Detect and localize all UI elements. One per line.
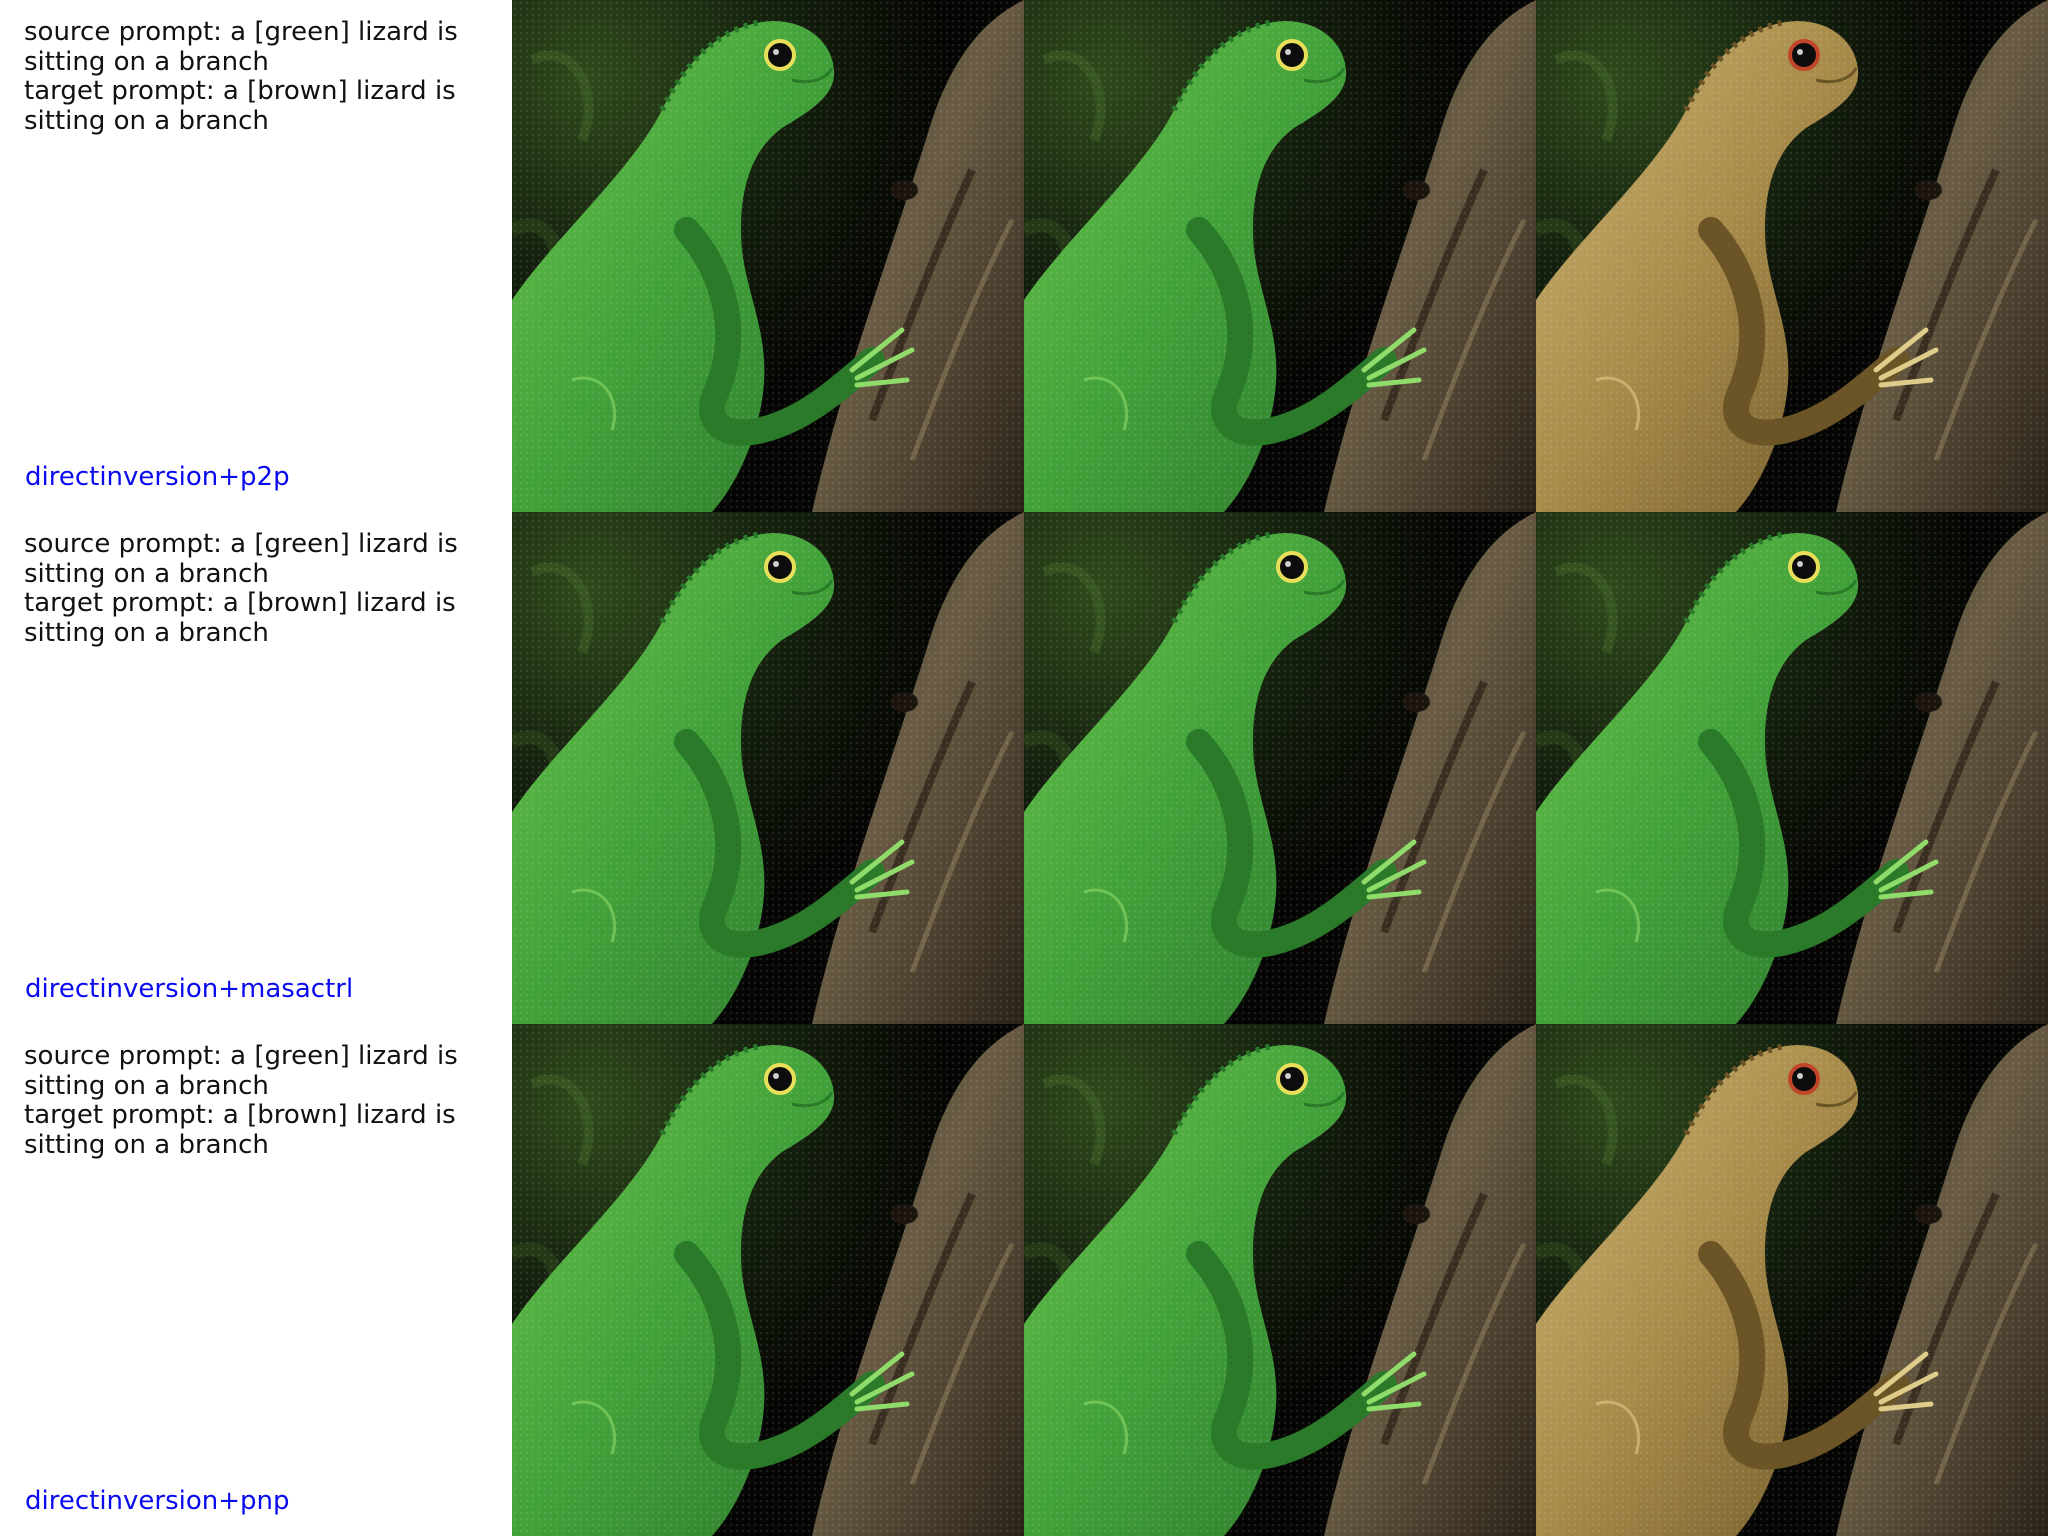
method-label: directinversion+pnp <box>25 1486 290 1516</box>
prompt-panel: source prompt: a [green] lizard is sitti… <box>0 512 512 1024</box>
prompt-panel: source prompt: a [green] lizard is sitti… <box>0 1024 512 1536</box>
source-image <box>512 512 1024 1024</box>
edited-image <box>1536 0 2048 512</box>
comparison-row: source prompt: a [green] lizard is sitti… <box>0 1024 2048 1536</box>
target-prompt: target prompt: a [brown] lizard is sitti… <box>24 1100 456 1160</box>
source-prompt: source prompt: a [green] lizard is sitti… <box>24 1041 458 1101</box>
comparison-row: source prompt: a [green] lizard is sitti… <box>0 0 2048 512</box>
target-prompt: target prompt: a [brown] lizard is sitti… <box>24 588 456 648</box>
reconstruction-image <box>1024 0 1536 512</box>
method-label: directinversion+masactrl <box>25 974 354 1004</box>
reconstruction-image <box>1024 1024 1536 1536</box>
source-image <box>512 1024 1024 1536</box>
reconstruction-image <box>1024 512 1536 1024</box>
comparison-row: source prompt: a [green] lizard is sitti… <box>0 512 2048 1024</box>
source-image <box>512 0 1024 512</box>
target-prompt: target prompt: a [brown] lizard is sitti… <box>24 76 456 136</box>
source-prompt: source prompt: a [green] lizard is sitti… <box>24 529 458 589</box>
edited-image <box>1536 1024 2048 1536</box>
prompt-text-block: source prompt: a [green] lizard is sitti… <box>24 17 494 136</box>
method-label: directinversion+p2p <box>25 462 290 492</box>
prompt-text-block: source prompt: a [green] lizard is sitti… <box>24 1041 494 1160</box>
source-prompt: source prompt: a [green] lizard is sitti… <box>24 17 458 77</box>
prompt-panel: source prompt: a [green] lizard is sitti… <box>0 0 512 512</box>
prompt-text-block: source prompt: a [green] lizard is sitti… <box>24 529 494 648</box>
edited-image <box>1536 512 2048 1024</box>
